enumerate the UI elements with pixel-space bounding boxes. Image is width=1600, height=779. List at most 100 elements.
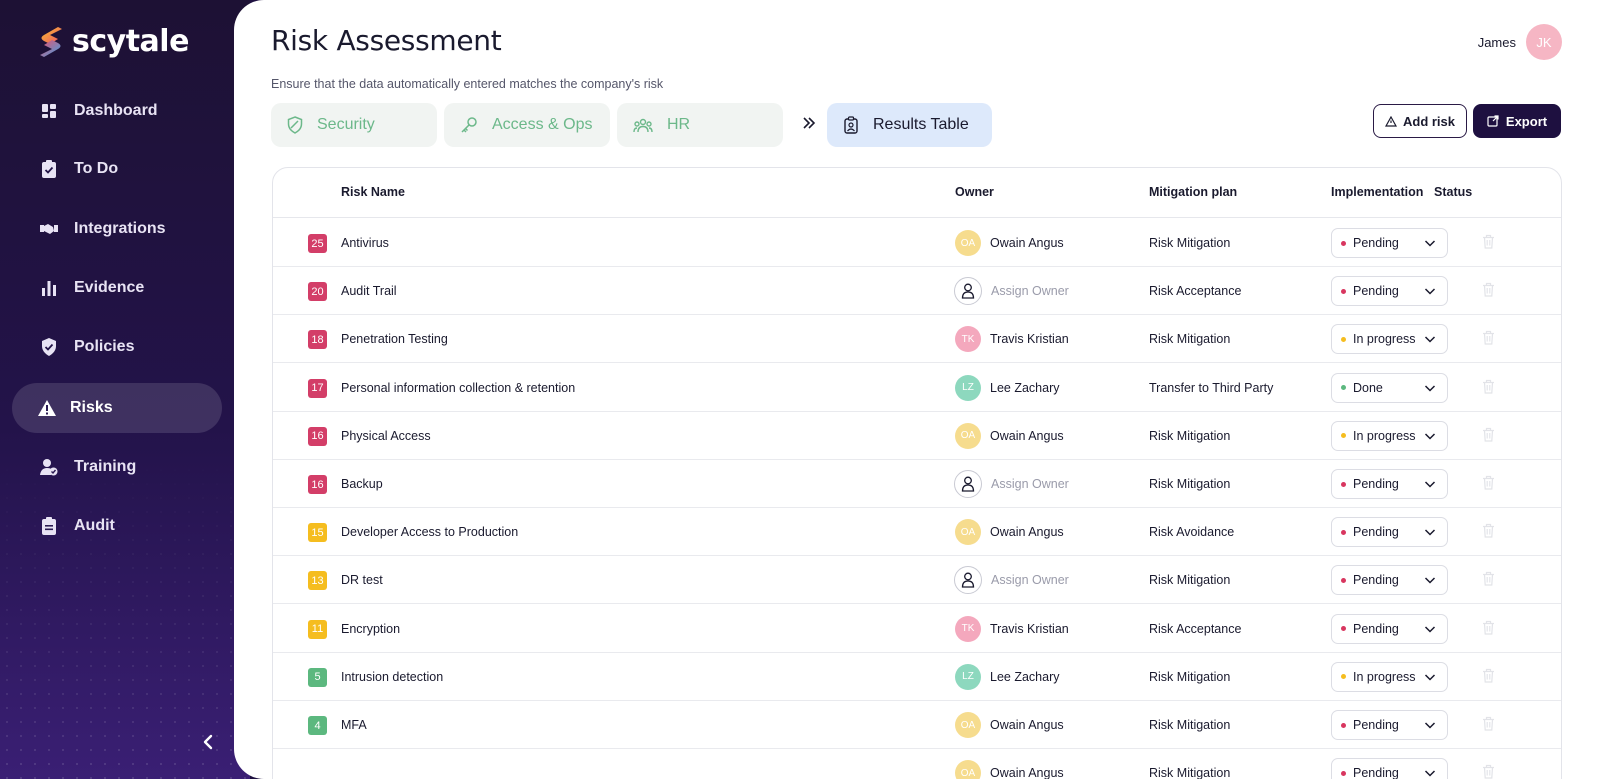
owner-name: Travis Kristian — [990, 332, 1069, 347]
owner-name: Assign Owner — [991, 573, 1069, 588]
status-dropdown[interactable]: Pending — [1331, 613, 1448, 644]
status-dot — [1341, 674, 1346, 680]
avatar: OA — [955, 519, 981, 546]
status-dropdown[interactable]: In progress — [1331, 661, 1448, 692]
trash-icon[interactable] — [1482, 234, 1495, 254]
user-name: James — [1477, 34, 1516, 50]
table-row[interactable]: 25 Antivirus OA Owain Angus Risk Mitigation P… — [273, 218, 1561, 267]
sidebar-item-label: Policies — [74, 338, 135, 355]
status-label: Pending — [1353, 621, 1399, 636]
trash-icon[interactable] — [1482, 571, 1495, 591]
risk-name[interactable]: MFA — [341, 718, 367, 732]
status-dropdown[interactable]: Pending — [1331, 276, 1448, 307]
risk-name[interactable]: DR test — [341, 573, 383, 587]
column-header-mitigation[interactable]: Mitigation plan — [1149, 185, 1237, 199]
trash-icon[interactable] — [1482, 282, 1495, 302]
status-dropdown[interactable]: Done — [1331, 372, 1448, 403]
status-dropdown[interactable]: Pending — [1331, 469, 1448, 499]
trash-icon[interactable] — [1482, 523, 1495, 543]
sidebar-item-policies[interactable]: Policies — [12, 322, 222, 372]
table-row[interactable]: 16 Backup Assign Owner Risk Mitigation Pendi… — [273, 459, 1561, 508]
avatar[interactable]: JK — [1526, 24, 1562, 60]
avatar: OA — [955, 712, 981, 738]
risk-name[interactable]: Encryption — [341, 622, 400, 636]
status-dropdown[interactable]: In progress — [1331, 324, 1448, 355]
table-row[interactable]: 4 MFA OA Owain Angus Risk Mitigation Pending — [273, 700, 1561, 749]
risk-name[interactable]: Physical Access — [341, 429, 431, 443]
sidebar-item-integrations[interactable]: Integrations — [12, 204, 222, 254]
trash-icon[interactable] — [1482, 620, 1495, 640]
status-dropdown[interactable]: Pending — [1331, 228, 1448, 258]
export-button[interactable]: Export — [1473, 104, 1561, 138]
status-label: Pending — [1353, 766, 1399, 779]
status-dropdown[interactable]: Pending — [1331, 517, 1448, 548]
chevron-down-icon — [1424, 529, 1436, 536]
status-dropdown[interactable]: Pending — [1331, 758, 1448, 779]
table-row[interactable]: 18 Penetration Testing TK Travis Kristian Ri… — [273, 314, 1561, 364]
status-dropdown[interactable]: Pending — [1331, 710, 1448, 740]
trash-icon[interactable] — [1482, 475, 1495, 495]
column-header-risk-name[interactable]: Risk Name — [341, 185, 405, 199]
column-header-owner[interactable]: Owner — [955, 185, 994, 199]
assign-owner-button[interactable]: Assign Owner — [954, 470, 1069, 498]
status-label: Pending — [1353, 718, 1399, 732]
add-risk-button[interactable]: Add risk — [1373, 104, 1467, 138]
owner-name: Owain Angus — [990, 718, 1064, 732]
tab-security[interactable]: Security — [271, 103, 437, 147]
owner-name: Lee Zachary — [990, 380, 1060, 395]
table-row[interactable]: 15 Developer Access to Production OA Owain … — [273, 507, 1561, 557]
owner-cell: TK Travis Kristian — [955, 326, 1069, 353]
trash-icon[interactable] — [1482, 716, 1495, 736]
double-chevron-right-icon[interactable] — [801, 115, 817, 136]
mitigation-plan: Risk Mitigation — [1149, 718, 1231, 732]
assign-owner-button[interactable]: Assign Owner — [954, 566, 1069, 595]
risk-score-badge: 20 — [308, 282, 327, 302]
sidebar-item-to-do[interactable]: To Do — [12, 144, 222, 194]
table-row[interactable]: OA Owain Angus Risk Mitigation Pending — [273, 748, 1561, 779]
table-row[interactable]: 16 Physical Access OA Owain Angus Risk Mitig… — [273, 411, 1561, 460]
table-row[interactable]: 11 Encryption TK Travis Kristian Risk Accept… — [273, 604, 1561, 653]
status-dropdown[interactable]: Pending — [1331, 565, 1448, 596]
trash-icon[interactable] — [1482, 668, 1495, 688]
app-logo[interactable]: scytale — [36, 24, 189, 59]
tab-label: Security — [317, 116, 375, 133]
mitigation-plan: Risk Mitigation — [1149, 332, 1231, 347]
sidebar-item-training[interactable]: Training — [12, 442, 222, 492]
tab-results-table[interactable]: Results Table — [827, 103, 992, 147]
risk-name[interactable]: Penetration Testing — [341, 332, 448, 346]
trash-icon[interactable] — [1482, 330, 1495, 350]
sidebar-item-audit[interactable]: Audit — [12, 501, 222, 551]
tab-hr[interactable]: HR — [617, 103, 783, 147]
tab-access-ops[interactable]: Access & Ops — [444, 103, 610, 147]
status-dropdown[interactable]: In progress — [1331, 420, 1448, 451]
risk-name[interactable]: Antivirus — [341, 236, 389, 250]
chevron-left-icon — [203, 734, 213, 750]
user-menu[interactable]: James JK — [1478, 24, 1562, 60]
column-header-status[interactable]: Status — [1434, 185, 1472, 199]
risk-score-badge: 11 — [308, 619, 327, 639]
mitigation-plan: Risk Avoidance — [1149, 525, 1235, 540]
mitigation-plan: Risk Acceptance — [1149, 284, 1242, 299]
table-row[interactable]: 5 Intrusion detection LZ Lee Zachary Risk Mi… — [273, 652, 1561, 701]
sidebar-item-label: Audit — [74, 517, 115, 534]
sidebar-item-label: To Do — [74, 160, 119, 177]
table-row[interactable]: 17 Personal information collection & rete… — [273, 363, 1561, 412]
sidebar-item-dashboard[interactable]: Dashboard — [12, 86, 222, 136]
risk-name[interactable]: Backup — [341, 477, 383, 491]
sidebar-item-risks[interactable]: Risks — [12, 383, 222, 433]
column-header-implementation[interactable]: Implementation — [1331, 185, 1423, 199]
tab-label: Results Table — [873, 116, 969, 133]
assign-owner-button[interactable]: Assign Owner — [954, 277, 1069, 306]
risk-name[interactable]: Audit Trail — [341, 284, 397, 298]
trash-icon[interactable] — [1482, 427, 1495, 447]
risk-name[interactable]: Developer Access to Production — [341, 525, 518, 539]
risk-name[interactable]: Intrusion detection — [341, 670, 443, 684]
collapse-sidebar-button[interactable] — [196, 730, 220, 754]
owner-name: Assign Owner — [991, 477, 1069, 491]
table-row[interactable]: 20 Audit Trail Assign Owner Risk Acceptance… — [273, 266, 1561, 316]
risk-name[interactable]: Personal information collection & retent… — [341, 381, 575, 395]
trash-icon[interactable] — [1482, 379, 1495, 399]
table-row[interactable]: 13 DR test Assign Owner Risk Mitigation Pend… — [273, 555, 1561, 605]
sidebar-item-evidence[interactable]: Evidence — [12, 263, 222, 313]
trash-icon[interactable] — [1482, 764, 1495, 779]
